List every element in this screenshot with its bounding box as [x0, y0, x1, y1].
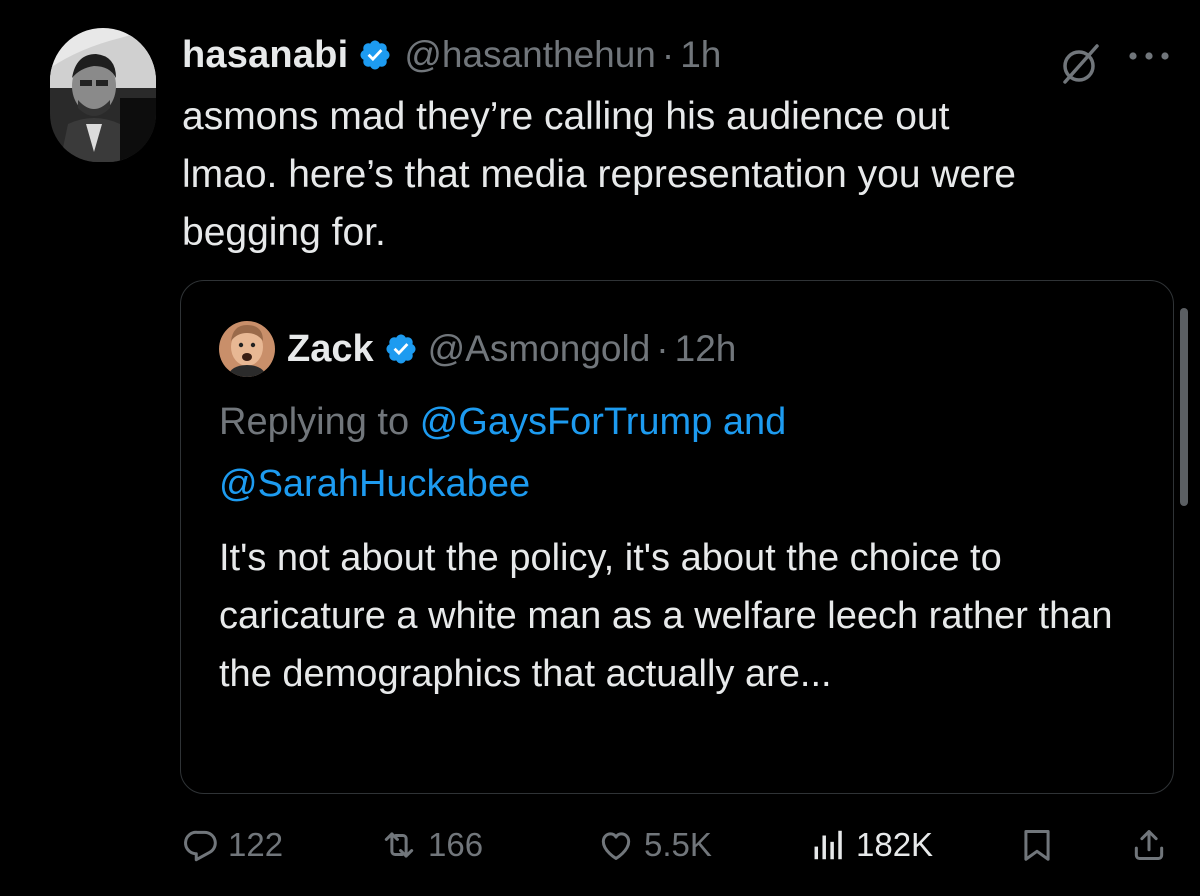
quoted-handle[interactable]: @Asmongold — [428, 328, 651, 370]
repost-button[interactable]: 166 — [378, 818, 483, 872]
view-count: 182K — [856, 826, 934, 863]
mention-sarahhuckabee[interactable]: @SarahHuckabee — [219, 463, 530, 505]
more-dots-icon[interactable] — [1126, 46, 1172, 66]
verified-badge-icon — [384, 332, 418, 366]
verified-badge-icon — [358, 38, 392, 72]
tweet-timestamp[interactable]: 1h — [680, 34, 721, 76]
repost-count: 166 — [428, 826, 484, 863]
mention-conjunction: and — [722, 401, 787, 443]
like-count: 5.5K — [644, 826, 712, 863]
reply-count: 122 — [228, 826, 284, 863]
replying-to-line: Replying to @GaysForTrump and @SarahHuck… — [219, 391, 1119, 515]
tweet-text: asmons mad they’re calling his audience … — [182, 95, 1016, 254]
tweet-header: hasanabi @hasanthehun · 1h — [182, 30, 721, 80]
reply-icon — [184, 830, 217, 862]
quoted-tweet[interactable]: Zack @Asmongold · 12h Replying to @GaysF… — [180, 280, 1174, 794]
quoted-author-avatar[interactable] — [219, 321, 275, 377]
author-avatar[interactable] — [50, 28, 156, 162]
header-separator: · — [661, 34, 675, 75]
scrollbar-thumb[interactable] — [1180, 308, 1188, 506]
share-icon — [1134, 830, 1164, 860]
like-button[interactable]: 5.5K — [596, 818, 712, 872]
views-button[interactable]: 182K — [808, 818, 933, 872]
author-display-name[interactable]: hasanabi — [182, 34, 348, 77]
views-icon — [814, 830, 842, 860]
bookmark-icon — [1024, 830, 1050, 861]
repost-icon — [384, 832, 414, 858]
grok-icon[interactable] — [1055, 40, 1105, 90]
quoted-tweet-text: It's not about the policy, it's about th… — [219, 537, 1113, 695]
quoted-display-name[interactable]: Zack — [287, 328, 374, 371]
quoted-header: Zack @Asmongold · 12h — [287, 323, 736, 375]
quoted-timestamp[interactable]: 12h — [675, 328, 737, 370]
share-button[interactable] — [1130, 818, 1168, 872]
tweet-actions: 122 166 5.5K 182K — [182, 818, 1172, 872]
reply-button[interactable]: 122 — [182, 818, 283, 872]
tweet: hasanabi @hasanthehun · 1h asmons mad th… — [0, 0, 1200, 896]
quoted-header-separator: · — [656, 328, 669, 369]
author-handle[interactable]: @hasanthehun — [404, 34, 656, 76]
heart-icon — [601, 832, 631, 860]
bookmark-button[interactable] — [1018, 818, 1056, 872]
replying-to-label: Replying to — [219, 401, 410, 443]
mention-gaysfortrump[interactable]: @GaysForTrump — [420, 401, 713, 443]
